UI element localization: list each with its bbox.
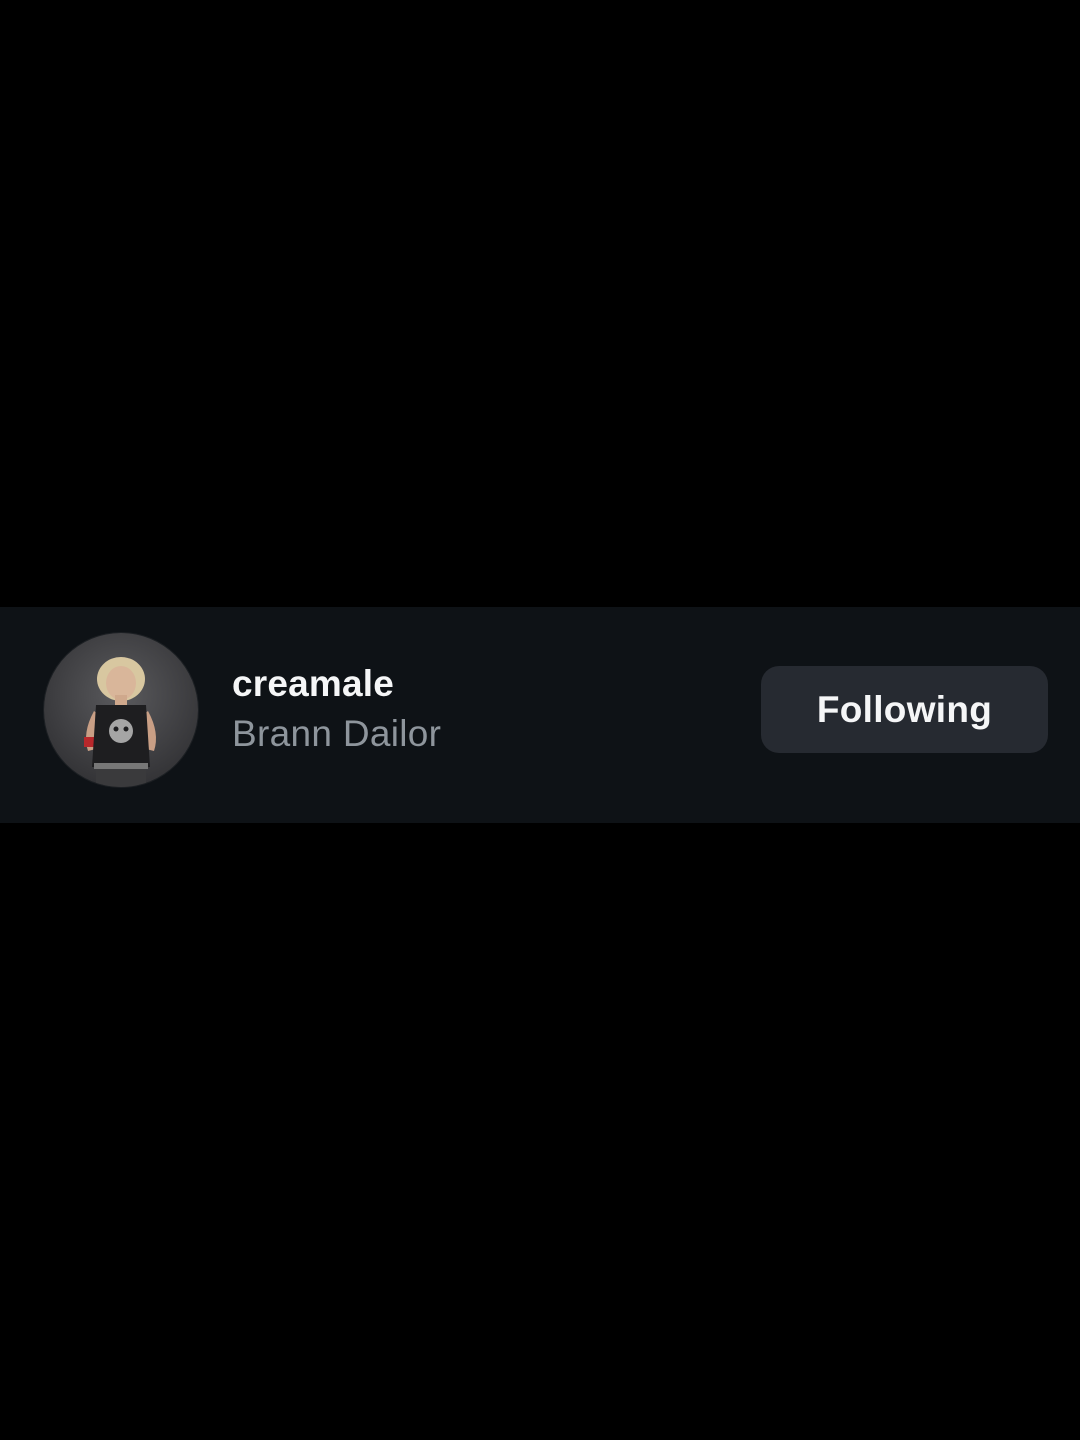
username[interactable]: creamale bbox=[232, 661, 441, 707]
profile-photo-icon bbox=[44, 633, 198, 787]
full-name: Brann Dailor bbox=[232, 713, 442, 754]
user-list-item[interactable]: creamale Brann Dailor Following bbox=[0, 607, 1080, 823]
following-button[interactable]: Following bbox=[761, 666, 1048, 753]
avatar[interactable] bbox=[44, 633, 198, 787]
screen: creamale Brann Dailor Following bbox=[0, 0, 1080, 1440]
user-names: creamale Brann Dailor bbox=[232, 661, 441, 757]
